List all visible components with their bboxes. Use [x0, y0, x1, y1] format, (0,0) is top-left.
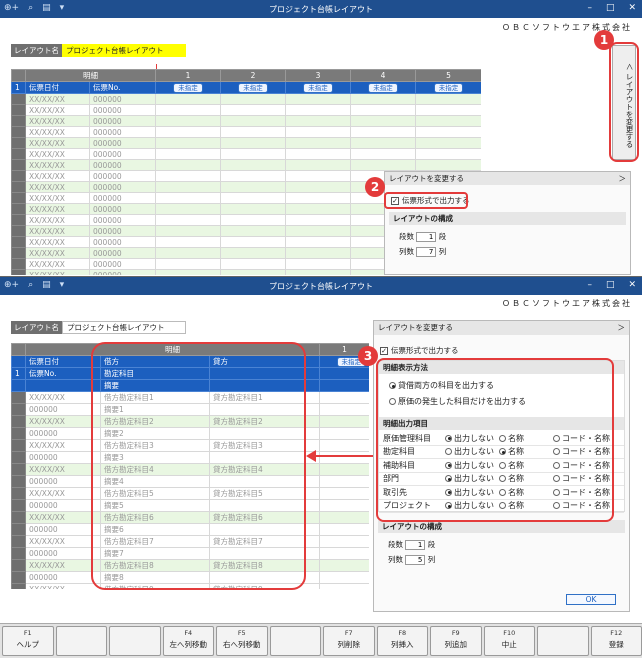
function-key-blank[interactable] — [109, 626, 161, 656]
function-key-f5[interactable]: F5 右へ列移動 — [216, 626, 268, 656]
layout-name-label: レイアウト名 — [11, 44, 62, 57]
close-icon[interactable]: ✕ — [628, 280, 636, 290]
window-title: プロジェクト台帳レイアウト — [269, 5, 373, 14]
function-key-blank[interactable] — [55, 626, 107, 656]
chevron-right-icon[interactable]: ＞ — [618, 321, 626, 335]
highlight-box-3 — [376, 358, 614, 522]
function-key-bar: F1 ヘルプ F4 左へ列移動 F5 右へ列移動 F7 列削除 F8 列挿入 F9 列追加 F10 中止 F… — [0, 623, 642, 658]
function-key-f9[interactable]: F9 列追加 — [430, 626, 482, 656]
layout-name-label: レイアウト名 — [11, 321, 62, 334]
config-title: レイアウトの構成 — [389, 212, 626, 225]
company-name: ＯＢＣソフトウエア株式会社 — [502, 23, 632, 32]
unset-badge[interactable]: 未指定 — [368, 82, 398, 93]
detail-header: 明細 — [25, 69, 156, 82]
window-title: プロジェクト台帳レイアウト — [269, 282, 373, 291]
slip-format-checkbox-row[interactable]: ✓ 伝票形式で出力する — [380, 345, 629, 356]
table-row: XX/XX/XX 000000 — [11, 126, 481, 138]
function-key-blank[interactable] — [537, 626, 589, 656]
callout-2: 2 — [365, 177, 385, 197]
function-key-f10[interactable]: F10 中止 — [483, 626, 535, 656]
highlight-box-grid — [91, 342, 306, 590]
highlight-box-2 — [384, 192, 468, 209]
chevron-right-icon[interactable]: ＞ — [619, 172, 627, 185]
layout-name-row: レイアウト名 プロジェクト台帳レイアウト — [11, 321, 186, 334]
retsu-input[interactable] — [405, 555, 426, 565]
function-key-f7[interactable]: F7 列削除 — [323, 626, 375, 656]
top-col-header: 明細 12345 — [11, 69, 481, 82]
table-row: XX/XX/XX 000000 — [11, 104, 481, 116]
top-change-panel: レイアウトを変更する＞ ✓伝票形式で出力する レイアウトの構成 段数 段 列数 … — [384, 171, 631, 275]
checkbox-icon[interactable]: ✓ — [380, 347, 388, 355]
layout-name-input[interactable]: プロジェクト台帳レイアウト — [62, 44, 186, 57]
title-bar-top: ⊕+ ⌕ ▤ ▾ プロジェクト台帳レイアウト – □ ✕ — [0, 0, 642, 18]
function-key-blank[interactable] — [269, 626, 321, 656]
minimize-icon[interactable]: – — [587, 280, 592, 290]
table-row: XX/XX/XX 000000 — [11, 93, 481, 105]
maximize-icon[interactable]: □ — [606, 280, 615, 290]
dan-input[interactable] — [416, 232, 437, 242]
callout-1: 1 — [594, 30, 614, 50]
function-key-f1[interactable]: F1 ヘルプ — [2, 626, 54, 656]
highlight-box-1 — [609, 42, 639, 162]
table-row: XX/XX/XX 000000 — [11, 115, 481, 127]
maximize-icon[interactable]: □ — [606, 3, 615, 13]
company-name: ＯＢＣソフトウエア株式会社 — [502, 299, 632, 308]
retsu-input[interactable] — [416, 247, 437, 257]
layout-name-input[interactable]: プロジェクト台帳レイアウト — [62, 321, 186, 334]
table-row: XX/XX/XX 000000 — [11, 137, 481, 149]
callout-3: 3 — [358, 346, 378, 366]
top-header-row: 1 伝票日付 伝票No. 未指定 未指定 未指定 未指定 未指定 — [11, 81, 481, 94]
close-icon[interactable]: ✕ — [628, 3, 636, 13]
dan-input[interactable] — [405, 540, 426, 550]
arrow-line — [313, 455, 373, 457]
minimize-icon[interactable]: – — [587, 3, 592, 13]
layout-name-row: レイアウト名 プロジェクト台帳レイアウト — [11, 44, 186, 57]
unset-badge[interactable]: 未指定 — [433, 82, 464, 93]
arrow-left-icon — [306, 450, 316, 462]
unset-badge[interactable]: 未指定 — [303, 82, 333, 93]
table-row: XX/XX/XX 000000 — [11, 159, 481, 171]
function-key-f8[interactable]: F8 列挿入 — [376, 626, 428, 656]
function-key-f12[interactable]: F12 登録 — [590, 626, 642, 656]
panel-title: レイアウトを変更する＞ — [385, 172, 630, 185]
unset-badge[interactable]: 未指定 — [173, 82, 203, 93]
table-row: XX/XX/XX 000000 — [11, 148, 481, 160]
function-key-f4[interactable]: F4 左へ列移動 — [162, 626, 214, 656]
ok-button[interactable]: OK — [566, 594, 616, 605]
title-bar-bottom: ⊕+ ⌕ ▤ ▾ プロジェクト台帳レイアウト – □ ✕ — [0, 277, 642, 295]
unset-badge[interactable]: 未指定 — [238, 82, 268, 93]
